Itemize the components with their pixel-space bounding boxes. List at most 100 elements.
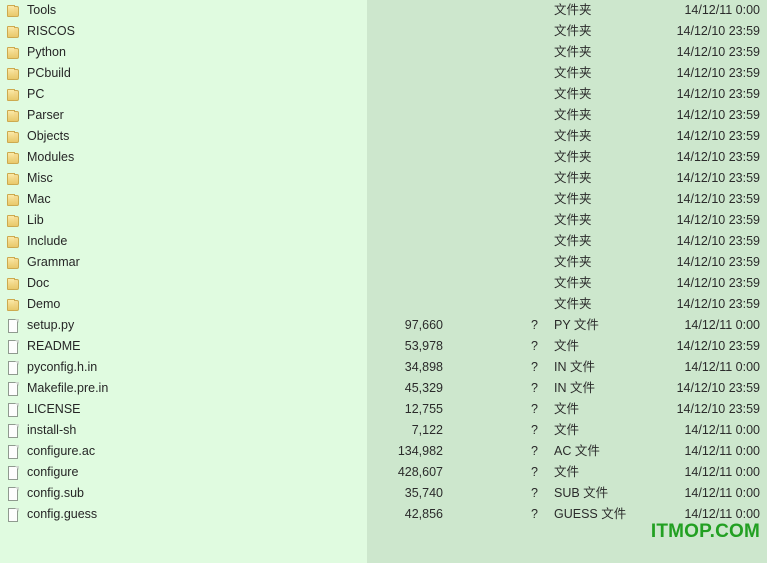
file-date-cell: 14/12/10 23:59 [676,234,760,248]
file-icon [6,465,21,480]
file-row[interactable]: Grammar 文件夹 14/12/10 23:59 [0,252,767,273]
file-name-label: Modules [27,150,75,164]
file-row[interactable]: configure.ac 134,982? AC 文件 14/12/11 0:00 [0,441,767,462]
file-row[interactable]: LICENSE 12,755? 文件 14/12/10 23:59 [0,399,767,420]
file-name-label: README [27,339,81,353]
file-name-cell[interactable]: Parser [6,105,64,126]
file-name-cell[interactable]: configure [6,462,78,483]
file-row[interactable]: Lib 文件夹 14/12/10 23:59 [0,210,767,231]
file-row[interactable]: setup.py 97,660? PY 文件 14/12/11 0:00 [0,315,767,336]
file-name-cell[interactable]: Python [6,42,66,63]
file-name-cell[interactable]: Include [6,231,67,252]
folder-icon [6,130,21,144]
file-row[interactable]: PC 文件夹 14/12/10 23:59 [0,84,767,105]
file-row[interactable]: Parser 文件夹 14/12/10 23:59 [0,105,767,126]
file-name-cell[interactable]: pyconfig.h.in [6,357,97,378]
file-date-cell: 14/12/10 23:59 [676,24,760,38]
file-name-cell[interactable]: README [6,336,80,357]
file-size-cell: 53,978 [404,339,443,353]
file-row[interactable]: config.sub 35,740? SUB 文件 14/12/11 0:00 [0,483,767,504]
file-name-cell[interactable]: Tools [6,0,56,21]
file-name-label: Include [27,234,68,248]
file-name-label: Misc [27,171,53,185]
file-flag-cell: ? [531,360,538,374]
file-date-cell: 14/12/10 23:59 [676,171,760,185]
file-date-cell: 14/12/10 23:59 [676,108,760,122]
file-row[interactable]: Include 文件夹 14/12/10 23:59 [0,231,767,252]
file-row[interactable]: Doc 文件夹 14/12/10 23:59 [0,273,767,294]
folder-icon [6,67,21,81]
file-row[interactable]: PCbuild 文件夹 14/12/10 23:59 [0,63,767,84]
file-row[interactable]: configure 428,607? 文件 14/12/11 0:00 [0,462,767,483]
file-name-cell[interactable]: PC [6,84,44,105]
file-name-label: Makefile.pre.in [27,381,109,395]
file-row[interactable]: install-sh 7,122? 文件 14/12/11 0:00 [0,420,767,441]
file-name-cell[interactable]: config.sub [6,483,84,504]
folder-icon [6,256,21,270]
file-flag-cell: ? [531,486,538,500]
file-name-cell[interactable]: Doc [6,273,49,294]
file-name-cell[interactable]: Modules [6,147,74,168]
file-size-cell: 134,982 [397,444,443,458]
file-name-cell[interactable]: Makefile.pre.in [6,378,108,399]
file-type-cell: 文件夹 [554,45,592,59]
file-name-cell[interactable]: Mac [6,189,51,210]
file-type-cell: 文件夹 [554,87,592,101]
file-name-label: Lib [27,213,44,227]
folder-icon [6,214,21,228]
file-flag-cell: ? [531,402,538,416]
file-row[interactable]: Demo 文件夹 14/12/10 23:59 [0,294,767,315]
file-row[interactable]: Misc 文件夹 14/12/10 23:59 [0,168,767,189]
file-flag-cell: ? [531,507,538,521]
file-name-cell[interactable]: Grammar [6,252,80,273]
file-date-cell: 14/12/11 0:00 [684,486,760,500]
file-row[interactable]: Mac 文件夹 14/12/10 23:59 [0,189,767,210]
file-type-cell: 文件夹 [554,171,592,185]
file-row[interactable]: pyconfig.h.in 34,898? IN 文件 14/12/11 0:00 [0,357,767,378]
file-row[interactable]: Python 文件夹 14/12/10 23:59 [0,42,767,63]
file-row[interactable]: Makefile.pre.in 45,329? IN 文件 14/12/10 23:5… [0,378,767,399]
file-row[interactable]: Objects 文件夹 14/12/10 23:59 [0,126,767,147]
file-name-label: Objects [27,129,70,143]
file-row[interactable]: RISCOS 文件夹 14/12/10 23:59 [0,21,767,42]
file-name-cell[interactable]: PCbuild [6,63,71,84]
folder-icon [6,172,21,186]
file-name-label: Python [27,45,66,59]
file-name-label: configure [27,465,79,479]
watermark: ITMOP.COM [650,521,760,542]
file-icon [6,507,21,522]
file-type-cell: 文件夹 [554,150,592,164]
file-type-cell: 文件 [554,339,580,353]
file-name-cell[interactable]: RISCOS [6,21,75,42]
file-flag-cell: ? [531,318,538,332]
file-type-cell: 文件 [554,402,580,416]
file-date-cell: 14/12/11 0:00 [684,423,760,437]
file-name-cell[interactable]: install-sh [6,420,76,441]
file-name-cell[interactable]: setup.py [6,315,74,336]
file-size-cell: 12,755 [404,402,443,416]
file-name-cell[interactable]: Lib [6,210,44,231]
file-date-cell: 14/12/11 0:00 [684,360,760,374]
file-size-cell: 97,660 [404,318,443,332]
file-icon [6,486,21,501]
file-name-label: LICENSE [27,402,81,416]
file-name-cell[interactable]: LICENSE [6,399,81,420]
file-row[interactable]: Modules 文件夹 14/12/10 23:59 [0,147,767,168]
file-type-cell: 文件夹 [554,66,592,80]
file-list-view[interactable]: Tools 文件夹 14/12/11 0:00 RISCOS 文件夹 14/12/10 2… [0,0,767,563]
file-name-cell[interactable]: Objects [6,126,69,147]
file-date-cell: 14/12/11 0:00 [684,3,760,17]
file-name-label: config.sub [27,486,84,500]
file-date-cell: 14/12/10 23:59 [676,192,760,206]
folder-icon [6,109,21,123]
file-name-cell[interactable]: config.guess [6,504,97,525]
file-name-cell[interactable]: Demo [6,294,60,315]
file-name-cell[interactable]: configure.ac [6,441,95,462]
file-row[interactable]: Tools 文件夹 14/12/11 0:00 [0,0,767,21]
file-flag-cell: ? [531,423,538,437]
file-row[interactable]: README 53,978? 文件 14/12/10 23:59 [0,336,767,357]
file-type-cell: 文件夹 [554,234,592,248]
folder-icon [6,277,21,291]
file-name-cell[interactable]: Misc [6,168,53,189]
file-date-cell: 14/12/10 23:59 [676,297,760,311]
